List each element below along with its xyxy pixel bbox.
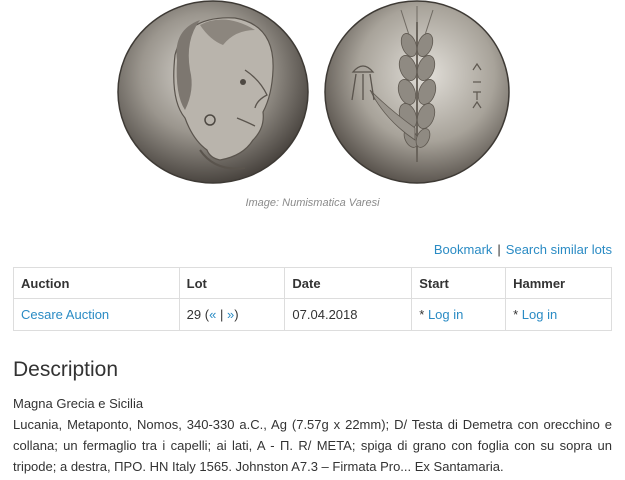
cell-auction: Cesare Auction (13, 298, 180, 331)
cell-start: * Log in (411, 298, 507, 331)
cell-lot: 29 (« | ») (178, 298, 286, 331)
actions-separator: | (497, 242, 501, 257)
start-prefix: * (419, 307, 425, 322)
description-heading: Description (13, 358, 119, 381)
lot-nav-separator: | (219, 307, 224, 322)
header-hammer: Hammer (505, 267, 612, 299)
coin-obverse (117, 0, 309, 184)
header-lot: Lot (178, 267, 286, 299)
previous-lot-link[interactable]: « (209, 307, 216, 322)
bookmark-link[interactable]: Bookmark (434, 242, 493, 257)
hammer-login-link[interactable]: Log in (522, 307, 557, 322)
lot-actions: Bookmark | Search similar lots (434, 242, 612, 257)
header-date: Date (284, 267, 413, 299)
description-category: Magna Grecia e Sicilia (13, 396, 144, 411)
search-similar-lots-link[interactable]: Search similar lots (506, 242, 612, 257)
next-lot-link[interactable]: » (227, 307, 234, 322)
table-row: Cesare Auction 29 (« | ») 07.04.2018 * L… (13, 298, 612, 331)
description-body: Lucania, Metaponto, Nomos, 340-330 a.C.,… (13, 417, 612, 474)
cell-hammer: * Log in (505, 298, 612, 331)
lot-table: Auction Lot Date Start Hammer Cesare Auc… (13, 267, 612, 331)
description-text: Magna Grecia e Sicilia Lucania, Metapont… (13, 393, 612, 477)
table-header-row: Auction Lot Date Start Hammer (13, 267, 612, 299)
image-caption: Image: Numismatica Varesi (245, 197, 380, 209)
hammer-prefix: * (513, 307, 519, 322)
coin-image (115, 0, 510, 185)
coin-reverse (324, 0, 510, 184)
header-start: Start (411, 267, 507, 299)
auction-link[interactable]: Cesare Auction (21, 307, 109, 322)
header-auction: Auction (13, 267, 180, 299)
lot-number: 29 (186, 307, 202, 322)
start-login-link[interactable]: Log in (428, 307, 463, 322)
cell-date: 07.04.2018 (284, 298, 413, 331)
